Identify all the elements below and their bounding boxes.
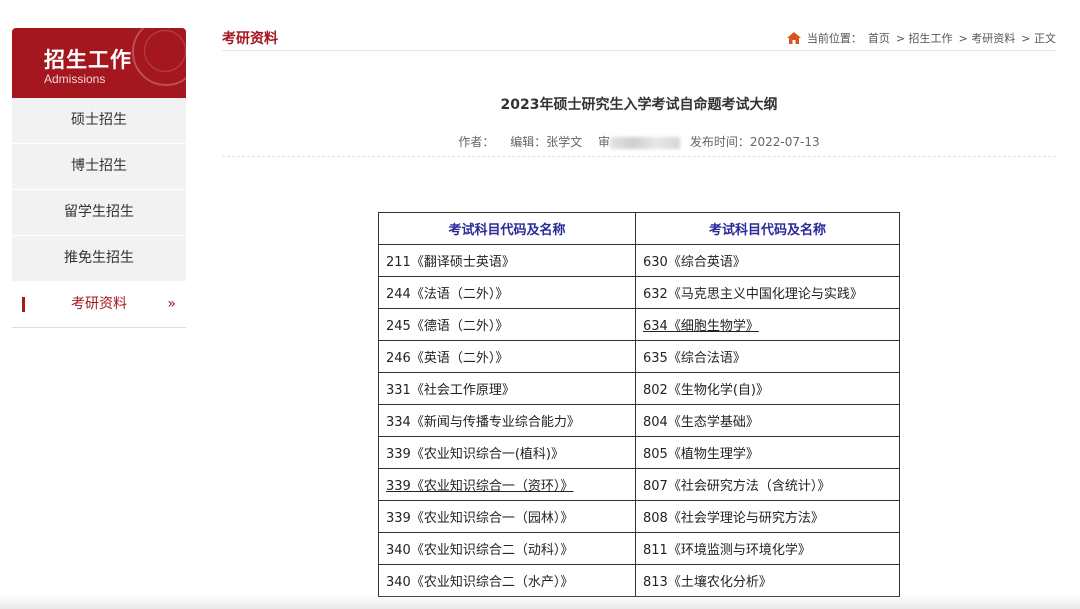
table-row: 245《德语（二外）》 634《细胞生物学》 <box>378 308 900 341</box>
breadcrumb-home[interactable]: 首页 <box>868 30 890 46</box>
table-cell: 245《德语（二外）》 <box>378 308 636 341</box>
header-divider <box>222 50 1056 51</box>
breadcrumb-exam-materials[interactable]: > 考研资料 <box>959 30 1016 46</box>
table-row: 331《社会工作原理》 802《生物化学(自)》 <box>378 372 900 405</box>
sidebar-title: 招生工作 <box>44 48 132 72</box>
active-indicator <box>22 297 25 312</box>
publish-date: 发布时间：2022-07-13 <box>689 135 820 149</box>
sidebar-item-international[interactable]: 留学生招生 <box>12 190 186 236</box>
sidebar-item-label: 硕士招生 <box>71 112 127 128</box>
table-cell: 804《生态学基础》 <box>635 404 900 437</box>
bottom-fade <box>0 595 1080 609</box>
column-header: 考试科目代码及名称 <box>378 212 636 245</box>
table-cell: 632《马克思主义中国化理论与实践》 <box>635 276 900 309</box>
sidebar-item-exam-materials[interactable]: 考研资料 » <box>12 282 186 328</box>
breadcrumb: 当前位置： 首页 > 招生工作 > 考研资料 > 正文 <box>786 30 1056 46</box>
table-row: 340《农业知识综合二（动科）》 811《环境监测与环境化学》 <box>378 532 900 565</box>
home-icon <box>786 32 801 44</box>
table-cell: 805《植物生理学》 <box>635 436 900 469</box>
table-cell-link[interactable]: 634《细胞生物学》 <box>635 308 900 341</box>
table-row: 339《农业知识综合一（资环）》 807《社会研究方法（含统计）》 <box>378 468 900 501</box>
sidebar-item-masters[interactable]: 硕士招生 <box>12 98 186 144</box>
editor-label: 编辑：张学文 <box>510 135 583 149</box>
table-row: 334《新闻与传播专业综合能力》 804《生态学基础》 <box>378 404 900 437</box>
table-header-row: 考试科目代码及名称 考试科目代码及名称 <box>378 212 900 245</box>
sidebar-subtitle: Admissions <box>44 72 106 86</box>
meta-divider <box>222 156 1056 157</box>
redacted-reviewer <box>610 136 681 149</box>
sidebar-item-label: 考研资料 <box>71 296 127 312</box>
table-row: 339《农业知识综合一（园林）》 808《社会学理论与研究方法》 <box>378 500 900 533</box>
table-cell: 331《社会工作原理》 <box>378 372 636 405</box>
table-cell: 635《综合法语》 <box>635 340 900 373</box>
subject-link[interactable]: 634《细胞生物学》 <box>643 319 759 334</box>
table-cell: 807《社会研究方法（含统计）》 <box>635 468 900 501</box>
sidebar-item-label: 留学生招生 <box>64 204 134 220</box>
breadcrumb-label: 当前位置： <box>806 32 862 45</box>
sidebar: 招生工作 Admissions 硕士招生 博士招生 留学生招生 推免生招生 考研… <box>12 28 186 328</box>
article-title: 2023年硕士研究生入学考试自命题考试大纲 <box>500 97 778 113</box>
table-cell: 340《农业知识综合二（水产）》 <box>378 564 636 597</box>
table-cell: 811《环境监测与环境化学》 <box>635 532 900 565</box>
table-row: 211《翻译硕士英语》 630《综合英语》 <box>378 244 900 277</box>
reviewer-label: 审 <box>598 135 611 149</box>
table-row: 246《英语（二外）》 635《综合法语》 <box>378 340 900 373</box>
table-cell: 339《农业知识综合一(植科)》 <box>378 436 636 469</box>
column-header: 考试科目代码及名称 <box>635 212 900 245</box>
table-row: 244《法语（二外）》 632《马克思主义中国化理论与实践》 <box>378 276 900 309</box>
sidebar-item-label: 博士招生 <box>71 158 127 174</box>
author-label: 作者： <box>458 135 495 149</box>
table-cell: 244《法语（二外）》 <box>378 276 636 309</box>
table-cell: 334《新闻与传播专业综合能力》 <box>378 404 636 437</box>
breadcrumb-current: > 正文 <box>1021 32 1056 45</box>
section-title: 考研资料 <box>222 31 278 47</box>
table-cell: 630《综合英语》 <box>635 244 900 277</box>
breadcrumb-admissions[interactable]: > 招生工作 <box>896 30 953 46</box>
sidebar-item-recommended[interactable]: 推免生招生 <box>12 236 186 282</box>
table-cell: 802《生物化学(自)》 <box>635 372 900 405</box>
table-cell: 813《土壤农化分析》 <box>635 564 900 597</box>
exam-subjects-table: 考试科目代码及名称 考试科目代码及名称 211《翻译硕士英语》 630《综合英语》… <box>378 212 900 597</box>
table-cell: 246《英语（二外）》 <box>378 340 636 373</box>
table-cell: 211《翻译硕士英语》 <box>378 244 636 277</box>
sidebar-item-doctoral[interactable]: 博士招生 <box>12 144 186 190</box>
table-row: 340《农业知识综合二（水产）》 813《土壤农化分析》 <box>378 564 900 597</box>
double-chevron-right-icon: » <box>167 296 176 312</box>
article-meta: 作者： 编辑：张学文 审 发布时间：2022-07-13 <box>222 133 1056 150</box>
table-row: 339《农业知识综合一(植科)》 805《植物生理学》 <box>378 436 900 469</box>
sidebar-header: 招生工作 Admissions <box>12 28 186 98</box>
subject-link[interactable]: 339《农业知识综合一（资环）》 <box>386 479 573 494</box>
table-cell-link[interactable]: 339《农业知识综合一（资环）》 <box>378 468 636 501</box>
university-seal-icon <box>132 28 186 86</box>
table-cell: 808《社会学理论与研究方法》 <box>635 500 900 533</box>
sidebar-item-label: 推免生招生 <box>64 250 134 266</box>
table-cell: 340《农业知识综合二（动科）》 <box>378 532 636 565</box>
table-cell: 339《农业知识综合一（园林）》 <box>378 500 636 533</box>
